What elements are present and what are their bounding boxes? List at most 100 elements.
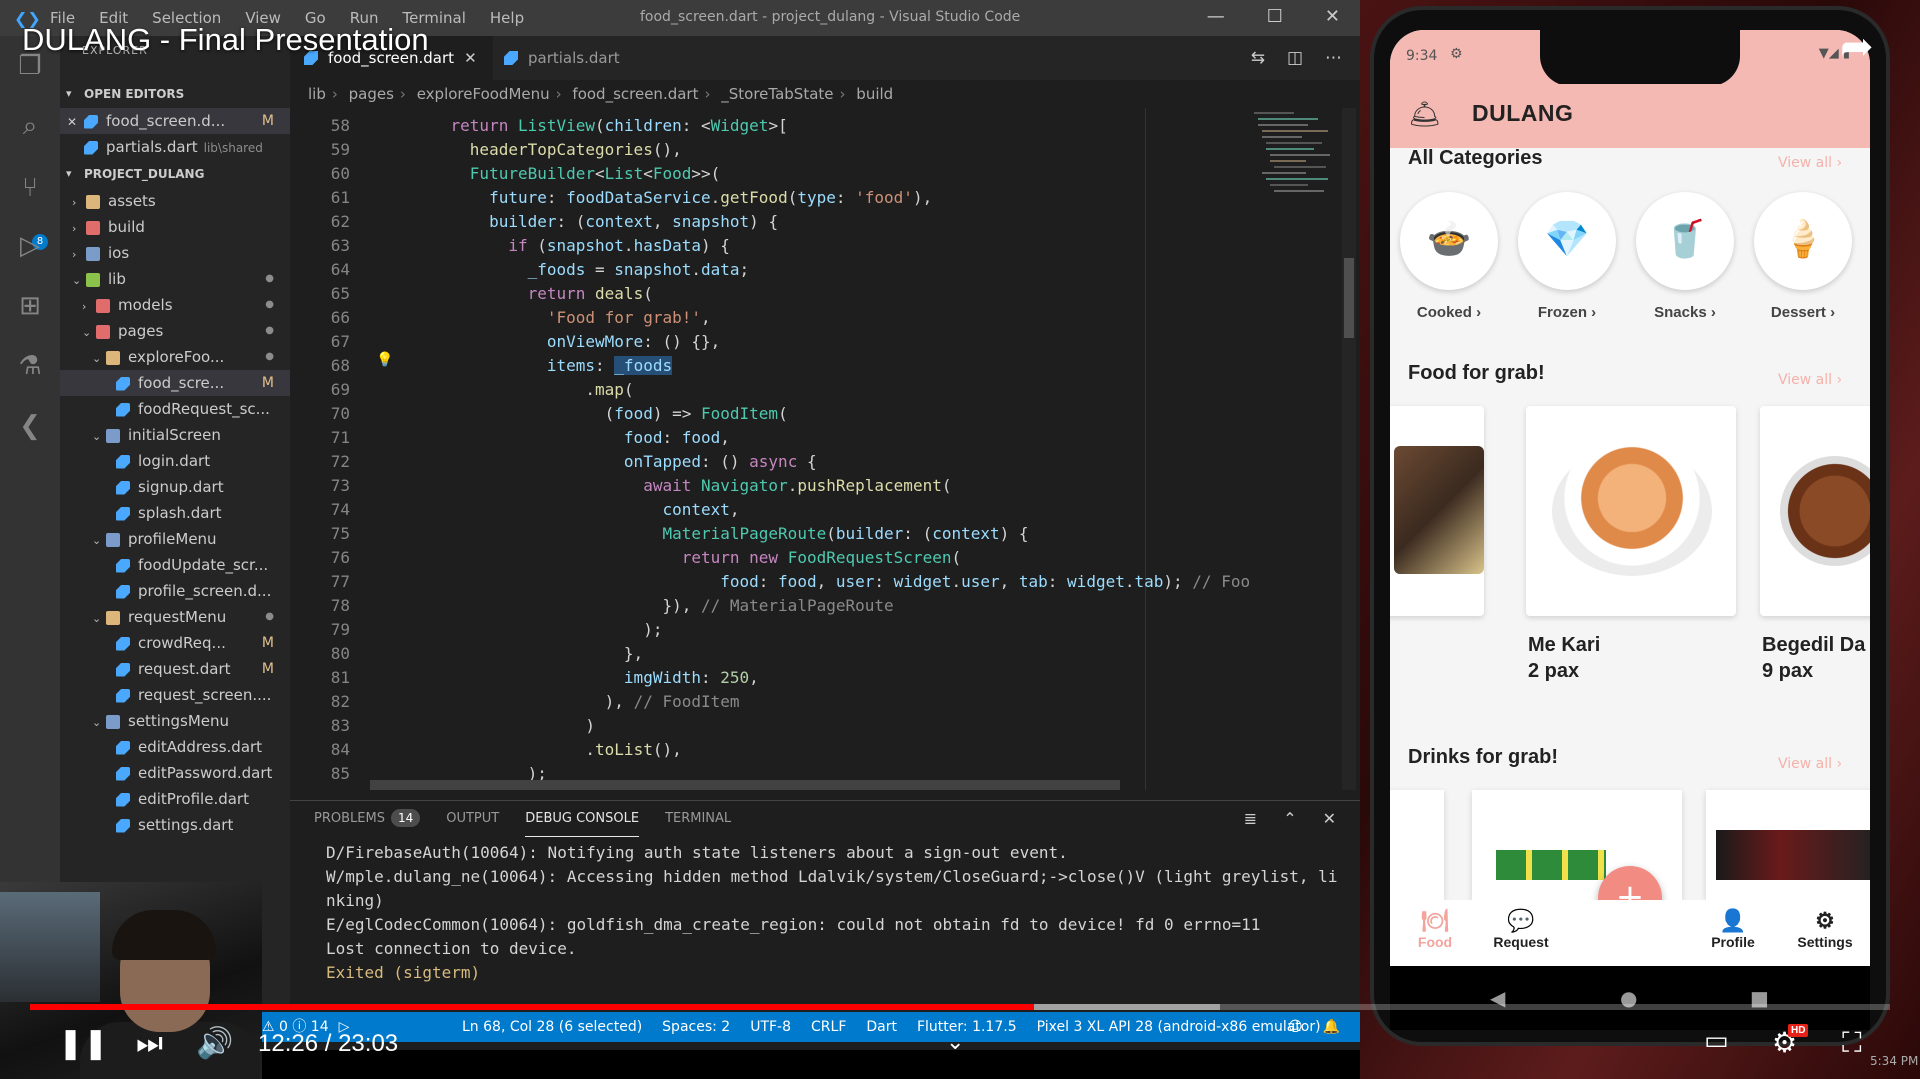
tree-file[interactable]: editAddress.dart — [60, 734, 290, 760]
share-icon[interactable]: ➦ — [1840, 24, 1874, 70]
breadcrumb-item[interactable]: food_screen.dart — [572, 85, 698, 103]
search-icon[interactable]: ⌕ — [14, 110, 46, 142]
category-dessert[interactable]: 🍦 Dessert › — [1752, 192, 1854, 322]
tab-problems[interactable]: PROBLEMS 14 — [314, 801, 421, 837]
tree-file[interactable]: crowdReq... M — [60, 630, 290, 656]
close-panel-icon[interactable]: ✕ — [1323, 809, 1336, 828]
vertical-scrollbar[interactable] — [1342, 108, 1356, 790]
tab-debug-console[interactable]: DEBUG CONSOLE — [525, 801, 640, 837]
run-debug-icon[interactable]: ▷ — [14, 230, 46, 262]
tab-partials[interactable]: partials.dart — [490, 36, 636, 80]
category-cooked[interactable]: 🍲 Cooked › — [1398, 192, 1500, 322]
close-icon[interactable]: ✕ — [60, 109, 84, 134]
testing-icon[interactable]: ⚗ — [14, 350, 46, 382]
subtitles-icon[interactable]: ▭ — [1704, 1026, 1729, 1056]
category-frozen[interactable]: 💎 Frozen › — [1516, 192, 1618, 322]
food-card[interactable] — [1390, 406, 1484, 616]
breadcrumb-item[interactable]: exploreFoodMenu — [417, 85, 550, 103]
source-control-icon[interactable]: ⑂ — [14, 172, 46, 204]
pause-icon[interactable]: ❚❚ — [58, 1026, 108, 1061]
minimap[interactable] — [1250, 108, 1340, 790]
extensions-icon[interactable]: ⊞ — [14, 290, 46, 322]
scroll-thumb[interactable] — [1344, 258, 1354, 338]
tree-folder-profile[interactable]: ⌄ profileMenu — [60, 526, 290, 552]
tree-label: assets — [108, 192, 156, 210]
tree-folder-initial[interactable]: ⌄ initialScreen — [60, 422, 290, 448]
drink-card[interactable] — [1706, 790, 1870, 900]
tab-terminal[interactable]: TERMINAL — [665, 801, 731, 837]
breadcrumb-item[interactable]: pages — [349, 85, 394, 103]
tree-file[interactable]: editPassword.dart — [60, 760, 290, 786]
open-editor-item[interactable]: ✕ food_screen.d... M — [60, 108, 290, 134]
drink-card[interactable] — [1390, 790, 1444, 900]
tree-file[interactable]: foodUpdate_scr... — [60, 552, 290, 578]
tree-file[interactable]: foodRequest_sc... — [60, 396, 290, 422]
tree-folder-build[interactable]: › build — [60, 214, 290, 240]
tree-label: signup.dart — [138, 478, 224, 496]
lightbulb-icon[interactable]: 💡 — [376, 352, 393, 368]
tree-file[interactable]: splash.dart — [60, 500, 290, 526]
minimap-line — [1274, 166, 1326, 168]
line-number: 64 — [330, 260, 350, 279]
clear-console-icon[interactable]: ≣ — [1244, 809, 1257, 828]
tree-folder-request[interactable]: ⌄ requestMenu ● — [60, 604, 290, 630]
horizontal-scrollbar[interactable] — [370, 780, 1120, 790]
debug-console-output: D/FirebaseAuth(10064): Notifying auth st… — [326, 841, 1346, 985]
more-icon[interactable]: ⋯ — [1325, 48, 1342, 68]
exit-fullscreen-icon[interactable]: ⛶ — [1842, 1026, 1862, 1060]
split-editor-icon[interactable]: ◫ — [1287, 48, 1303, 68]
next-icon[interactable]: ⏭ — [136, 1026, 163, 1061]
tree-folder-explore[interactable]: ⌄ exploreFoo... ● — [60, 344, 290, 370]
tree-file[interactable]: login.dart — [60, 448, 290, 474]
flutter-icon[interactable]: ❮ — [14, 410, 46, 442]
video-progress-bar[interactable] — [30, 1004, 1890, 1010]
tree-file[interactable]: request.dart M — [60, 656, 290, 682]
minimize-icon[interactable]: — — [1207, 6, 1225, 27]
drink-image — [1716, 830, 1870, 880]
maximize-icon[interactable]: ☐ — [1267, 6, 1283, 27]
volume-icon[interactable]: 🔊 — [196, 1026, 233, 1061]
tree-folder-pages[interactable]: ⌄ pages ● — [60, 318, 290, 344]
open-editors-section[interactable]: ▾ OPEN EDITORS — [60, 82, 290, 106]
nav-settings[interactable]: ⚙ Settings — [1780, 908, 1870, 950]
tree-folder-ios[interactable]: › ios — [60, 240, 290, 266]
nav-profile[interactable]: 👤 Profile — [1688, 908, 1778, 950]
chevron-down-icon[interactable]: ⌄ — [946, 1030, 964, 1055]
tree-file-food-screen[interactable]: food_scre... M — [60, 370, 290, 396]
breadcrumb-item[interactable]: _StoreTabState — [721, 85, 833, 103]
close-window-icon[interactable]: ✕ — [1325, 6, 1340, 27]
tab-output[interactable]: OUTPUT — [446, 801, 499, 837]
panel-controls: ≣ ⌃ ✕ — [1244, 809, 1336, 828]
tree-folder-assets[interactable]: › assets — [60, 188, 290, 214]
tree-file[interactable]: profile_screen.d... — [60, 578, 290, 604]
tree-folder-settings[interactable]: ⌄ settingsMenu — [60, 708, 290, 734]
maximize-panel-icon[interactable]: ⌃ — [1283, 809, 1296, 828]
breadcrumb-item[interactable]: lib — [308, 85, 326, 103]
view-all-link[interactable]: View all › — [1778, 155, 1842, 171]
food-card-me-kari[interactable] — [1526, 406, 1736, 616]
open-editor-item[interactable]: partials.dart lib\shared — [60, 134, 290, 160]
person-icon: 👤 — [1719, 908, 1747, 933]
tree-label: pages — [118, 322, 164, 340]
breadcrumb-item[interactable]: build — [856, 85, 893, 103]
food-card-begedil[interactable] — [1760, 406, 1870, 616]
tree-file[interactable]: signup.dart — [60, 474, 290, 500]
compare-icon[interactable]: ⇆ — [1251, 48, 1265, 68]
tree-file[interactable]: settings.dart — [60, 812, 290, 838]
project-section[interactable]: ▾ PROJECT_DULANG — [60, 162, 290, 186]
window-title: food_screen.dart - project_dulang - Visu… — [640, 9, 1021, 25]
close-tab-icon[interactable]: ✕ — [464, 49, 477, 67]
nav-food[interactable]: 🍽 Food — [1390, 908, 1480, 950]
tree-file[interactable]: request_screen.... — [60, 682, 290, 708]
tree-file[interactable]: editProfile.dart — [60, 786, 290, 812]
chevron-right-icon: › — [331, 85, 338, 103]
nav-request[interactable]: 💬 Request — [1476, 908, 1566, 950]
bottom-navigation: 🍽 Food 💬 Request 👤 Profile ⚙ Settings — [1390, 900, 1870, 966]
category-snacks[interactable]: 🥤 Snacks › — [1634, 192, 1736, 322]
view-all-link[interactable]: View all › — [1778, 372, 1842, 388]
view-all-link[interactable]: View all › — [1778, 756, 1842, 772]
menu-help[interactable]: Help — [490, 9, 524, 27]
code-editor[interactable]: 58 59 60 61 62 63 64 65 66 67 68 69 70 71 72 73 74 75 76 77… — [290, 108, 1360, 790]
tree-folder-lib[interactable]: ⌄ lib ● — [60, 266, 290, 292]
tree-folder-models[interactable]: › models ● — [60, 292, 290, 318]
